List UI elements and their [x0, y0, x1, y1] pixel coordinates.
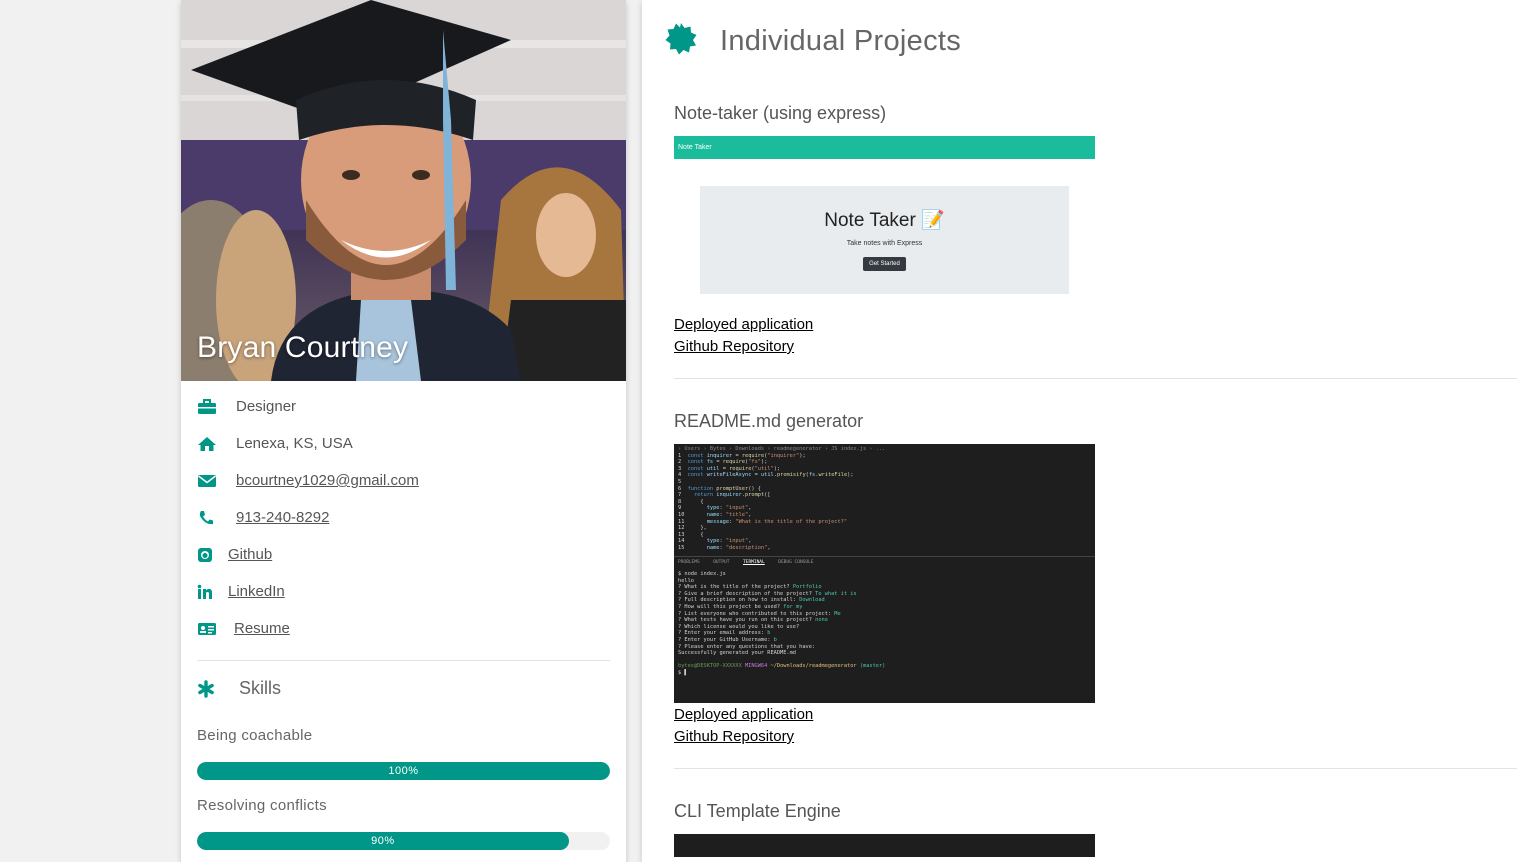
project-item: Note-taker (using express) Note Taker No…	[642, 82, 1517, 358]
projects-card: Individual Projects Note-taker (using ex…	[642, 0, 1517, 862]
info-linkedin: LinkedIn	[197, 573, 610, 610]
preview-navbar: Note Taker	[674, 136, 1095, 159]
info-phone: 913-240-8292	[197, 499, 610, 536]
linkedin-icon	[197, 584, 219, 600]
project-title: CLI Template Engine	[674, 801, 841, 821]
deployed-app-link[interactable]: Deployed application	[674, 704, 1517, 726]
info-occupation: Designer	[197, 388, 610, 425]
profile-info-list: Designer Lenexa, KS, USA bcourtney1029@g…	[181, 388, 626, 647]
info-github: Github	[197, 536, 610, 573]
project-links: Deployed application Github Repository	[674, 704, 1517, 748]
certificate-icon	[664, 22, 698, 61]
phone-icon	[197, 510, 219, 526]
deployed-app-link[interactable]: Deployed application	[674, 314, 1517, 336]
skill-label: Being coachable	[197, 727, 313, 744]
profile-card: Bryan Courtney Designer Lenexa, KS, USA …	[181, 0, 626, 862]
divider	[197, 660, 610, 661]
project-item: README.md generator › Users › Bytes › Do…	[642, 379, 1517, 748]
github-repo-link[interactable]: Github Repository	[674, 726, 1517, 748]
asterisk-icon	[197, 679, 219, 698]
skill-label: Resolving conflicts	[197, 797, 327, 814]
skill-progress-bar: 90%	[197, 832, 610, 850]
info-location-text: Lenexa, KS, USA	[236, 435, 353, 452]
phone-link[interactable]: 913-240-8292	[236, 509, 329, 526]
project-title: Note-taker (using express)	[674, 103, 887, 123]
info-occupation-text: Designer	[236, 398, 297, 415]
skill-progress-bar: 100%	[197, 762, 610, 780]
preview-jumbotron: Note Taker 📝 Take notes with Express Get…	[700, 186, 1069, 294]
skill-progress-fill: 90%	[197, 832, 569, 850]
preview-button: Get Started	[863, 257, 906, 271]
github-repo-link[interactable]: Github Repository	[674, 336, 1517, 358]
project-screenshot	[674, 834, 1095, 857]
id-card-icon	[197, 621, 219, 637]
info-email: bcourtney1029@gmail.com	[197, 462, 610, 499]
home-icon	[197, 436, 219, 452]
skill-progress-fill: 100%	[197, 762, 610, 780]
info-location: Lenexa, KS, USA	[197, 425, 610, 462]
skills-title: Skills	[239, 678, 282, 698]
preview-subtitle: Take notes with Express	[846, 240, 923, 247]
preview-heading: Note Taker 📝	[824, 210, 945, 231]
resume-link[interactable]: Resume	[234, 620, 290, 637]
envelope-icon	[197, 473, 219, 489]
project-screenshot: › Users › Bytes › Downloads › readmegene…	[674, 444, 1095, 703]
linkedin-link[interactable]: LinkedIn	[228, 583, 285, 600]
profile-photo: Bryan Courtney	[181, 0, 626, 381]
project-screenshot: Note Taker Note Taker 📝 Take notes with …	[674, 136, 1095, 306]
skills-heading: Skills	[197, 678, 610, 699]
projects-title: Individual Projects	[720, 24, 962, 57]
briefcase-icon	[197, 398, 219, 415]
github-icon	[197, 547, 219, 563]
project-item: CLI Template Engine	[642, 769, 1517, 857]
project-title: README.md generator	[674, 411, 864, 431]
projects-header: Individual Projects	[642, 0, 1517, 82]
github-link[interactable]: Github	[228, 546, 272, 563]
email-link[interactable]: bcourtney1029@gmail.com	[236, 472, 419, 489]
profile-name: Bryan Courtney	[197, 331, 409, 364]
project-links: Deployed application Github Repository	[674, 314, 1517, 358]
info-resume: Resume	[197, 610, 610, 647]
